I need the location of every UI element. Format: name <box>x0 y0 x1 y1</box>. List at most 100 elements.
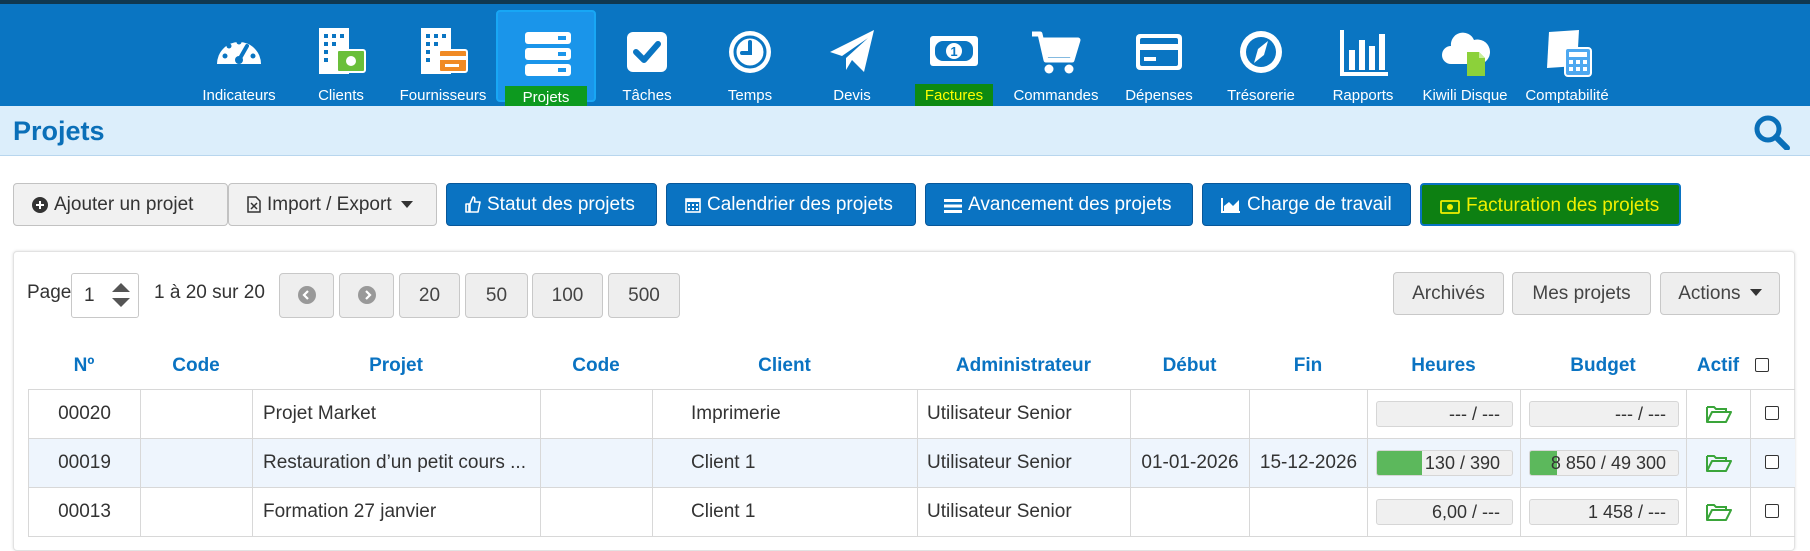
cloud-file-icon <box>1415 26 1515 78</box>
row-checkbox[interactable] <box>1765 504 1779 518</box>
column-header-start[interactable]: Début <box>1130 355 1249 377</box>
folder-open-icon[interactable] <box>1706 453 1732 473</box>
nav-label: Kiwili Disque <box>1422 87 1508 104</box>
nav-item-indicateurs[interactable]: Indicateurs <box>189 10 289 104</box>
cell-end <box>1250 390 1368 439</box>
project-billing-label: Facturation des projets <box>1466 195 1660 216</box>
page-size-500-button[interactable]: 500 <box>608 273 680 318</box>
folder-open-icon[interactable] <box>1706 404 1732 424</box>
cell-administrator: Utilisateur Senior <box>918 488 1131 537</box>
projects-stack-icon <box>498 28 598 80</box>
nav-label: Trésorerie <box>1227 87 1295 104</box>
column-header-active[interactable]: Actif <box>1686 355 1750 377</box>
workload-button[interactable]: Charge de travail <box>1202 183 1411 226</box>
page-size-20-button[interactable]: 20 <box>399 273 460 318</box>
svg-text:1: 1 <box>950 44 957 59</box>
column-header-code-2[interactable]: Code <box>540 355 652 377</box>
cell-start <box>1131 488 1250 537</box>
cell-budget: 1 458 / --- <box>1521 488 1687 537</box>
cell-number: 00019 <box>29 439 141 488</box>
page-number-input[interactable]: 1 <box>71 273 139 318</box>
cell-number: 00020 <box>29 390 141 439</box>
import-export-button[interactable]: Import / Export <box>228 183 437 226</box>
progress-text: 6,00 / --- <box>1431 502 1500 522</box>
next-page-button[interactable] <box>339 273 394 318</box>
cell-end <box>1250 488 1368 537</box>
nav-item-clients[interactable]: Clients <box>291 10 391 104</box>
nav-item-kiwili-disque[interactable]: Kiwili Disque <box>1415 10 1515 104</box>
table-row[interactable]: 00020 Projet Market Imprimerie Utilisateur … <box>28 390 1795 439</box>
actions-dropdown-button[interactable]: Actions <box>1660 272 1780 315</box>
project-billing-button[interactable]: Facturation des projets <box>1420 183 1681 226</box>
column-header-end[interactable]: Fin <box>1249 355 1367 377</box>
cell-active <box>1687 439 1751 488</box>
cell-administrator: Utilisateur Senior <box>918 439 1131 488</box>
arrow-circle-right-icon <box>357 286 376 304</box>
nav-label: Commandes <box>1013 87 1099 104</box>
column-header-budget[interactable]: Budget <box>1520 355 1686 377</box>
project-status-label: Statut des projets <box>487 194 635 215</box>
nav-item-depenses[interactable]: Dépenses <box>1109 10 1209 104</box>
table-row[interactable]: 00019 Restauration d’un petit cours ... Cl… <box>28 439 1795 488</box>
cell-code <box>141 488 253 537</box>
page-label: Page <box>27 282 72 303</box>
project-calendar-button[interactable]: Calendrier des projets <box>666 183 916 226</box>
project-progress-button[interactable]: Avancement des projets <box>925 183 1193 226</box>
nav-item-comptabilite[interactable]: Comptabilité <box>1517 10 1617 104</box>
page-size-50-button[interactable]: 50 <box>465 273 528 318</box>
cell-select <box>1751 390 1795 439</box>
banknote-icon <box>1440 200 1460 214</box>
project-progress-label: Avancement des projets <box>968 194 1172 215</box>
file-excel-icon <box>247 196 261 213</box>
search-icon[interactable] <box>1752 114 1792 151</box>
folder-open-icon[interactable] <box>1706 502 1732 522</box>
spinner-icon[interactable] <box>110 280 132 310</box>
tasks-list-icon <box>944 199 962 213</box>
nav-item-rapports[interactable]: Rapports <box>1313 10 1413 104</box>
calendar-icon <box>685 198 701 213</box>
checkbox-icon <box>597 26 697 78</box>
nav-item-fournisseurs[interactable]: Fournisseurs <box>393 10 493 104</box>
nav-label: Devis <box>833 87 871 104</box>
nav-item-taches[interactable]: Tâches <box>597 10 697 104</box>
cell-code-2 <box>541 488 653 537</box>
banknote-icon: 1 <box>904 26 1004 78</box>
nav-item-commandes[interactable]: Commandes <box>1006 10 1106 104</box>
page-number-value: 1 <box>84 285 95 306</box>
nav-item-factures[interactable]: 1 Factures <box>904 10 1004 108</box>
column-header-client[interactable]: Client <box>652 355 917 377</box>
building-money-icon <box>291 26 391 78</box>
cell-project: Restauration d’un petit cours ... <box>253 439 541 488</box>
column-header-administrator[interactable]: Administrateur <box>917 355 1130 377</box>
row-checkbox[interactable] <box>1765 455 1779 469</box>
nav-item-tresorerie[interactable]: Trésorerie <box>1211 10 1311 104</box>
cell-hours: 6,00 / --- <box>1368 488 1521 537</box>
column-header-hours[interactable]: Heures <box>1367 355 1520 377</box>
table-row[interactable]: 00013 Formation 27 janvier Client 1 Utilisa… <box>28 488 1795 537</box>
previous-page-button[interactable] <box>279 273 334 318</box>
add-project-label: Ajouter un projet <box>54 194 194 215</box>
actions-label: Actions <box>1678 283 1741 304</box>
my-projects-button[interactable]: Mes projets <box>1512 272 1651 315</box>
select-all-checkbox[interactable] <box>1755 358 1769 372</box>
row-checkbox[interactable] <box>1765 406 1779 420</box>
archived-button[interactable]: Archivés <box>1393 272 1504 315</box>
cell-administrator: Utilisateur Senior <box>918 390 1131 439</box>
import-export-label: Import / Export <box>267 194 392 215</box>
page-size-100-button[interactable]: 100 <box>532 273 603 318</box>
nav-item-temps[interactable]: Temps <box>700 10 800 104</box>
credit-card-icon <box>1109 26 1209 78</box>
hours-progress-bar: 6,00 / --- <box>1376 499 1513 525</box>
add-project-button[interactable]: Ajouter un projet <box>13 183 228 226</box>
nav-item-devis[interactable]: Devis <box>802 10 902 104</box>
nav-item-projets[interactable]: Projets <box>496 10 598 110</box>
project-status-button[interactable]: Statut des projets <box>446 183 657 226</box>
cell-budget: --- / --- <box>1521 390 1687 439</box>
nav-label: Temps <box>727 87 773 104</box>
column-header-number[interactable]: Nº <box>28 355 140 377</box>
column-header-project[interactable]: Projet <box>252 355 540 377</box>
column-header-code[interactable]: Code <box>140 355 252 377</box>
clock-icon <box>700 26 800 78</box>
hours-progress-bar: --- / --- <box>1376 401 1513 427</box>
calculator-icon <box>1517 26 1617 78</box>
